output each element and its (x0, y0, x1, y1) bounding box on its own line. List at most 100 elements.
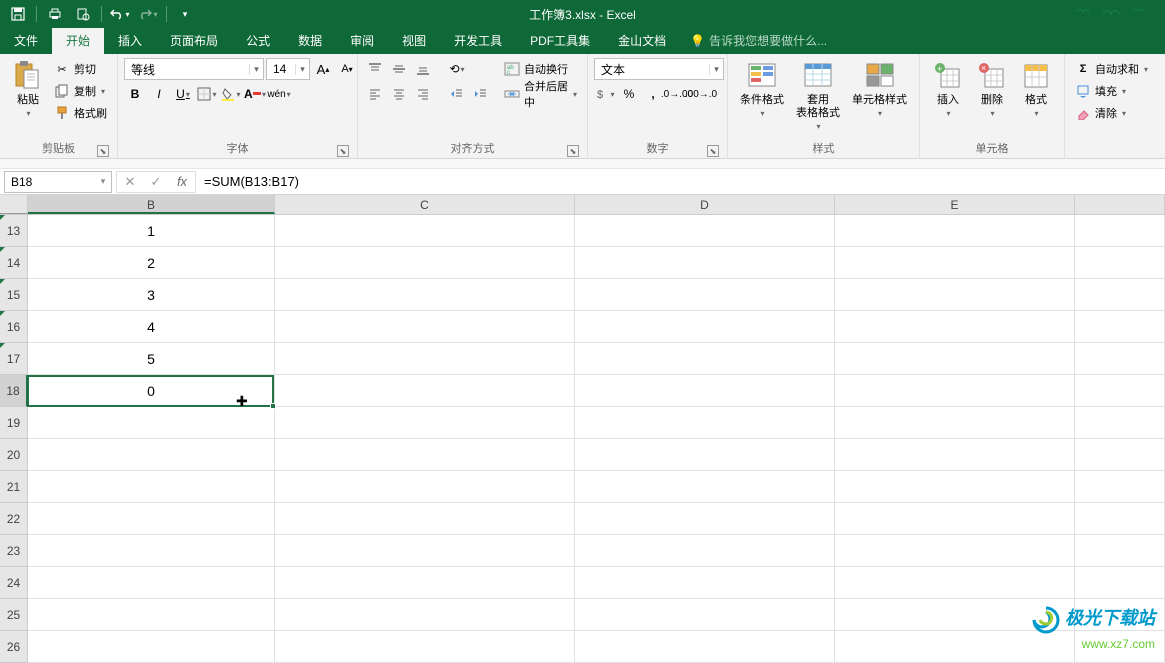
number-format-combo[interactable]: 文本▾ (594, 58, 724, 80)
increase-font-icon[interactable]: A▴ (312, 58, 334, 80)
col-header-d[interactable]: D (575, 195, 835, 214)
cell[interactable] (275, 343, 575, 375)
tab-kingsoft-docs[interactable]: 金山文档 (604, 27, 680, 54)
align-center-icon[interactable] (388, 83, 410, 105)
decrease-decimal-icon[interactable]: .00→.0 (690, 83, 712, 105)
formula-input[interactable]: =SUM(B13:B17) (196, 174, 1165, 189)
number-launcher[interactable]: ⬊ (707, 145, 719, 157)
font-color-button[interactable]: A▾ (244, 83, 266, 105)
cell[interactable] (1075, 471, 1165, 503)
cell[interactable] (575, 599, 835, 631)
cell[interactable]: 5 (28, 343, 275, 375)
fx-icon[interactable]: fx (169, 172, 195, 192)
cell[interactable] (28, 631, 275, 663)
tab-developer[interactable]: 开发工具 (440, 27, 516, 54)
cell[interactable]: 3 (28, 279, 275, 311)
tab-insert[interactable]: 插入 (104, 27, 156, 54)
tab-data[interactable]: 数据 (284, 27, 336, 54)
cell[interactable] (575, 471, 835, 503)
merge-center-button[interactable]: 合并后居中▾ (500, 83, 581, 105)
cell[interactable] (575, 535, 835, 567)
select-all-corner[interactable] (0, 195, 28, 214)
align-right-icon[interactable] (412, 83, 434, 105)
cell[interactable] (835, 439, 1075, 471)
cell[interactable] (1075, 311, 1165, 343)
cell[interactable]: 2 (28, 247, 275, 279)
cell[interactable] (275, 375, 575, 407)
print-preview-icon[interactable] (73, 4, 93, 24)
cell[interactable] (835, 535, 1075, 567)
cell[interactable] (835, 311, 1075, 343)
col-header-e[interactable]: E (835, 195, 1075, 214)
cell[interactable]: 1 (28, 215, 275, 247)
font-size-combo[interactable]: 14▾ (266, 58, 310, 80)
tab-pdf-tools[interactable]: PDF工具集 (516, 27, 604, 54)
cell[interactable] (28, 567, 275, 599)
row-header-25[interactable]: 25 (0, 599, 28, 631)
cell[interactable] (575, 247, 835, 279)
insert-cells-button[interactable]: +插入▾ (926, 58, 970, 122)
tab-file[interactable]: 文件 (0, 27, 52, 54)
row-header-13[interactable]: 13 (0, 215, 28, 247)
cell[interactable] (275, 311, 575, 343)
decrease-font-icon[interactable]: A▾ (336, 58, 358, 80)
row-header-15[interactable]: 15 (0, 279, 28, 311)
cell[interactable] (575, 311, 835, 343)
italic-button[interactable]: I (148, 83, 170, 105)
cell[interactable] (1075, 215, 1165, 247)
cell[interactable] (1075, 343, 1165, 375)
tab-home[interactable]: 开始 (52, 27, 104, 54)
cell[interactable] (835, 279, 1075, 311)
cell[interactable] (575, 407, 835, 439)
tab-formulas[interactable]: 公式 (232, 27, 284, 54)
font-name-combo[interactable]: 等线▾ (124, 58, 264, 80)
cell[interactable] (1075, 247, 1165, 279)
cell[interactable] (835, 407, 1075, 439)
row-header-20[interactable]: 20 (0, 439, 28, 471)
cell[interactable] (835, 471, 1075, 503)
row-header-22[interactable]: 22 (0, 503, 28, 535)
cell[interactable] (835, 247, 1075, 279)
cell[interactable] (1075, 375, 1165, 407)
cell[interactable] (275, 599, 575, 631)
qat-customize-icon[interactable]: ▾ (175, 4, 195, 24)
cell[interactable] (28, 407, 275, 439)
cell-styles-button[interactable]: 单元格样式▾ (846, 58, 913, 122)
cell[interactable] (28, 439, 275, 471)
paste-button[interactable]: 粘贴▾ (6, 58, 50, 122)
cell[interactable] (575, 567, 835, 599)
wrap-text-button[interactable]: abc自动换行 (500, 58, 581, 80)
cell[interactable] (275, 247, 575, 279)
phonetic-button[interactable]: wén▾ (268, 83, 290, 105)
cell[interactable] (1075, 503, 1165, 535)
save-icon[interactable] (8, 4, 28, 24)
row-header-18[interactable]: 18 (0, 375, 28, 407)
tab-page-layout[interactable]: 页面布局 (156, 27, 232, 54)
align-launcher[interactable]: ⬊ (567, 145, 579, 157)
cell[interactable] (1075, 439, 1165, 471)
row-header-24[interactable]: 24 (0, 567, 28, 599)
row-header-16[interactable]: 16 (0, 311, 28, 343)
cancel-formula-icon[interactable]: ✕ (117, 172, 143, 192)
align-top-icon[interactable] (364, 58, 386, 80)
name-box[interactable]: B18 ▾ (4, 171, 112, 193)
format-table-button[interactable]: 套用 表格格式▾ (790, 58, 846, 133)
format-painter-button[interactable]: 格式刷 (50, 102, 111, 124)
cell[interactable] (575, 439, 835, 471)
delete-cells-button[interactable]: ×删除▾ (970, 58, 1014, 122)
format-cells-button[interactable]: 格式▾ (1014, 58, 1058, 122)
cell[interactable] (275, 471, 575, 503)
cell[interactable] (835, 343, 1075, 375)
cell[interactable] (1075, 535, 1165, 567)
redo-icon[interactable]: ▾ (138, 4, 158, 24)
chevron-down-icon[interactable]: ▾ (295, 64, 309, 75)
cell[interactable] (575, 375, 835, 407)
percent-button[interactable]: % (618, 83, 640, 105)
chevron-down-icon[interactable]: ▾ (249, 64, 263, 75)
bold-button[interactable]: B (124, 83, 146, 105)
cell[interactable] (275, 407, 575, 439)
clear-button[interactable]: 清除▾ (1071, 102, 1130, 124)
cell[interactable] (28, 535, 275, 567)
cell[interactable] (275, 215, 575, 247)
quick-print-icon[interactable] (45, 4, 65, 24)
